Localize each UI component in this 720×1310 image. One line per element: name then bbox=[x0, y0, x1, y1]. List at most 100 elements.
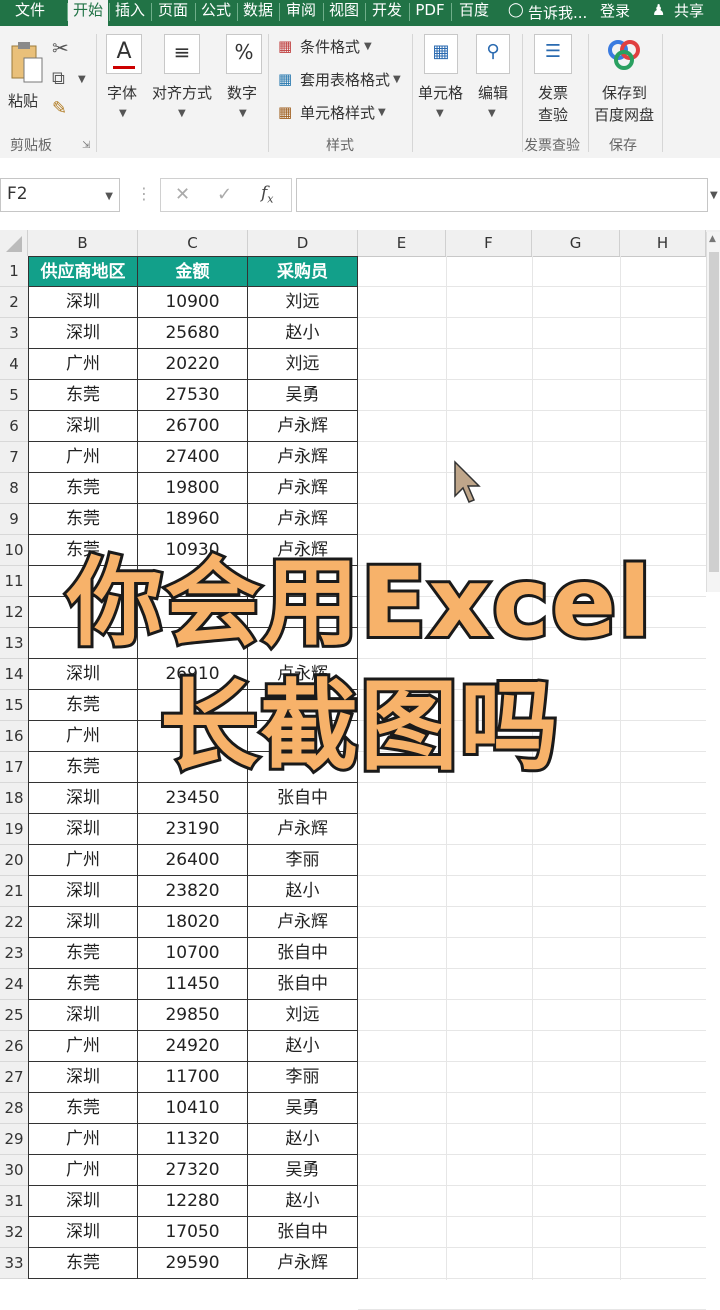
table-cell[interactable]: 吴勇 bbox=[248, 1155, 358, 1186]
table-cell[interactable]: 深圳 bbox=[28, 1217, 138, 1248]
table-cell[interactable]: 25680 bbox=[138, 318, 248, 349]
tab-8[interactable]: 开发 bbox=[366, 0, 408, 26]
font-dropdown-icon[interactable]: ▼ bbox=[119, 108, 127, 119]
table-cell[interactable]: 10700 bbox=[138, 938, 248, 969]
table-cell[interactable]: 26400 bbox=[138, 845, 248, 876]
table-cell[interactable]: 张自中 bbox=[248, 783, 358, 814]
table-cell[interactable]: 深圳 bbox=[28, 1186, 138, 1217]
cells-icon[interactable]: ▦ bbox=[424, 34, 458, 74]
row-header[interactable]: 5 bbox=[0, 380, 28, 411]
table-cell[interactable]: 24920 bbox=[138, 1031, 248, 1062]
table-cell[interactable]: 29590 bbox=[138, 1248, 248, 1279]
edit-dropdown-icon[interactable]: ▼ bbox=[488, 108, 496, 119]
table-cell[interactable]: 10410 bbox=[138, 1093, 248, 1124]
align-label[interactable]: 对齐方式 bbox=[152, 82, 212, 103]
baidu-cloud-icon[interactable] bbox=[606, 38, 642, 74]
align-dropdown-icon[interactable]: ▼ bbox=[178, 108, 186, 119]
number-dropdown-icon[interactable]: ▼ bbox=[239, 108, 247, 119]
table-cell[interactable]: 深圳 bbox=[28, 907, 138, 938]
table-cell[interactable]: 深圳 bbox=[28, 411, 138, 442]
row-header[interactable]: 21 bbox=[0, 876, 28, 907]
row-header[interactable]: 25 bbox=[0, 1000, 28, 1031]
tab-6[interactable]: 审阅 bbox=[280, 0, 322, 26]
column-header-G[interactable]: G bbox=[532, 230, 620, 256]
table-cell[interactable]: 广州 bbox=[28, 1031, 138, 1062]
tab-7[interactable]: 视图 bbox=[324, 0, 364, 26]
insert-function-icon[interactable]: fx bbox=[261, 183, 274, 205]
table-cell[interactable]: 20220 bbox=[138, 349, 248, 380]
table-cell[interactable]: 张自中 bbox=[248, 938, 358, 969]
font-label[interactable]: 字体 bbox=[107, 82, 137, 103]
expand-formula-icon[interactable]: ▼ bbox=[710, 190, 718, 201]
row-header[interactable]: 24 bbox=[0, 969, 28, 1000]
format-painter-icon[interactable]: ✎ bbox=[52, 98, 67, 119]
table-cell[interactable]: 广州 bbox=[28, 442, 138, 473]
column-header-E[interactable]: E bbox=[358, 230, 446, 256]
table-cell[interactable]: 27530 bbox=[138, 380, 248, 411]
table-cell[interactable]: 18020 bbox=[138, 907, 248, 938]
scroll-thumb[interactable] bbox=[709, 252, 719, 572]
table-cell[interactable]: 29850 bbox=[138, 1000, 248, 1031]
table-cell[interactable]: 卢永辉 bbox=[248, 1248, 358, 1279]
table-cell[interactable]: 11320 bbox=[138, 1124, 248, 1155]
table-cell[interactable]: 18960 bbox=[138, 504, 248, 535]
table-cell[interactable]: 吴勇 bbox=[248, 380, 358, 411]
table-cell[interactable]: 11700 bbox=[138, 1062, 248, 1093]
table-cell[interactable]: 卢永辉 bbox=[248, 473, 358, 504]
table-cell[interactable]: 23190 bbox=[138, 814, 248, 845]
formula-bar-grip-icon[interactable]: ⋮ bbox=[136, 184, 152, 203]
tab-4[interactable]: 公式 bbox=[196, 0, 236, 26]
cancel-icon[interactable]: ✕ bbox=[175, 184, 190, 205]
table-cell[interactable]: 刘远 bbox=[248, 349, 358, 380]
cells-label[interactable]: 单元格 bbox=[418, 82, 463, 103]
row-header[interactable]: 3 bbox=[0, 318, 28, 349]
search-icon[interactable]: ⚲ bbox=[476, 34, 510, 74]
table-cell[interactable]: 27400 bbox=[138, 442, 248, 473]
invoice-check-label-1[interactable]: 发票 bbox=[538, 82, 568, 103]
table-cell[interactable]: 广州 bbox=[28, 1155, 138, 1186]
table-cell[interactable]: 23450 bbox=[138, 783, 248, 814]
select-all-corner[interactable] bbox=[0, 230, 28, 256]
table-cell[interactable]: 广州 bbox=[28, 1124, 138, 1155]
table-cell[interactable]: 深圳 bbox=[28, 783, 138, 814]
tab-2[interactable]: 插入 bbox=[110, 0, 150, 26]
row-header[interactable]: 33 bbox=[0, 1248, 28, 1279]
cells-dropdown-icon[interactable]: ▼ bbox=[436, 108, 444, 119]
tab-10[interactable]: 百度 bbox=[452, 0, 496, 26]
invoice-check-label-2[interactable]: 查验 bbox=[538, 104, 568, 125]
name-box-dropdown-icon[interactable]: ▼ bbox=[105, 191, 113, 202]
table-cell[interactable]: 深圳 bbox=[28, 876, 138, 907]
row-header[interactable]: 19 bbox=[0, 814, 28, 845]
table-header-cell[interactable]: 供应商地区 bbox=[28, 256, 138, 287]
table-cell[interactable]: 李丽 bbox=[248, 1062, 358, 1093]
table-cell[interactable]: 深圳 bbox=[28, 814, 138, 845]
table-cell[interactable]: 深圳 bbox=[28, 318, 138, 349]
row-header[interactable]: 7 bbox=[0, 442, 28, 473]
row-header[interactable]: 26 bbox=[0, 1031, 28, 1062]
column-header-H[interactable]: H bbox=[620, 230, 706, 256]
tell-me-search[interactable]: 告诉我... bbox=[528, 2, 587, 23]
table-cell[interactable]: 东莞 bbox=[28, 504, 138, 535]
table-cell[interactable]: 张自中 bbox=[248, 1217, 358, 1248]
table-cell[interactable]: 广州 bbox=[28, 349, 138, 380]
cell-style-dropdown-icon[interactable]: ▼ bbox=[378, 107, 386, 118]
column-header-F[interactable]: F bbox=[446, 230, 532, 256]
invoice-check-icon[interactable]: ☰ bbox=[534, 34, 572, 74]
row-header[interactable]: 28 bbox=[0, 1093, 28, 1124]
column-header-D[interactable]: D bbox=[248, 230, 358, 256]
tab-5[interactable]: 数据 bbox=[238, 0, 278, 26]
row-header[interactable]: 31 bbox=[0, 1186, 28, 1217]
clipboard-launcher-icon[interactable]: ⇲ bbox=[82, 140, 90, 151]
edit-label[interactable]: 编辑 bbox=[478, 82, 508, 103]
table-cell[interactable]: 刘远 bbox=[248, 1000, 358, 1031]
conditional-format-dropdown-icon[interactable]: ▼ bbox=[364, 41, 372, 52]
table-cell[interactable]: 23820 bbox=[138, 876, 248, 907]
table-cell[interactable]: 赵小 bbox=[248, 318, 358, 349]
table-cell[interactable]: 东莞 bbox=[28, 380, 138, 411]
percent-icon[interactable]: % bbox=[226, 34, 262, 74]
save-to-label-1[interactable]: 保存到 bbox=[602, 82, 647, 103]
row-header[interactable]: 4 bbox=[0, 349, 28, 380]
table-cell[interactable]: 12280 bbox=[138, 1186, 248, 1217]
cell-style-button[interactable]: 单元格样式 bbox=[300, 102, 375, 123]
cut-icon[interactable]: ✂ bbox=[52, 36, 69, 60]
